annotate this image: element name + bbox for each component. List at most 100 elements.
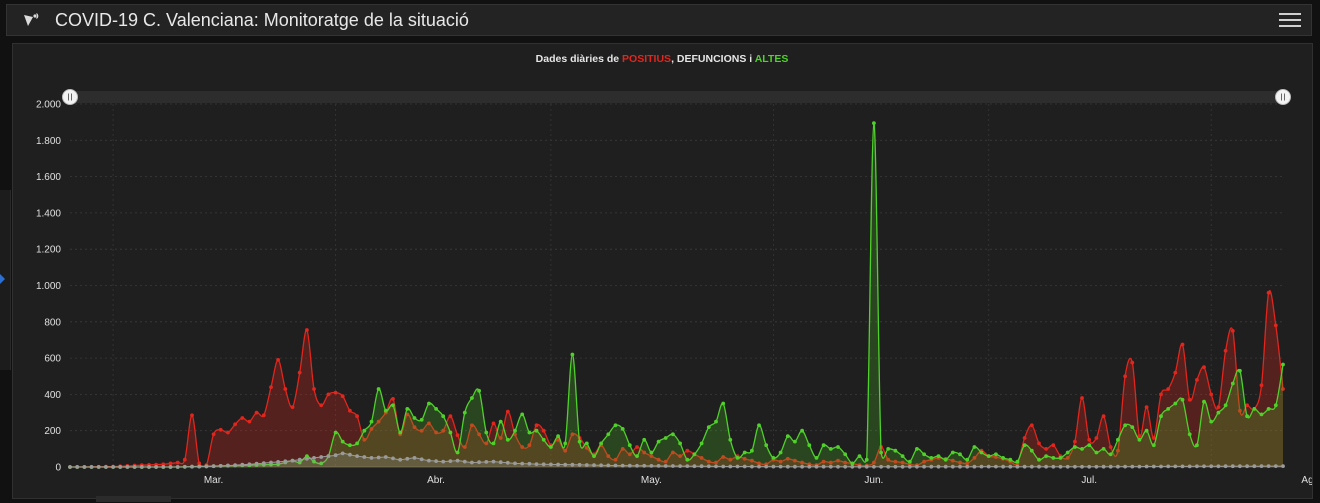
data-point-altes bbox=[1273, 403, 1278, 408]
series-area-altes bbox=[70, 123, 1283, 467]
data-point-positius bbox=[1029, 423, 1034, 428]
data-point-defuncions bbox=[182, 465, 187, 469]
data-point-altes bbox=[606, 432, 611, 437]
data-point-altes bbox=[958, 452, 962, 457]
data-point-defuncions bbox=[132, 465, 137, 469]
data-point-defuncions bbox=[1187, 464, 1192, 469]
data-point-altes bbox=[1144, 428, 1149, 433]
data-point-defuncions bbox=[728, 464, 733, 469]
data-point-defuncions bbox=[872, 464, 876, 469]
data-point-positius bbox=[261, 413, 266, 418]
data-point-positius bbox=[319, 403, 324, 408]
data-point-defuncions bbox=[240, 462, 245, 467]
broadcast-icon bbox=[19, 8, 43, 32]
data-point-altes bbox=[850, 461, 855, 466]
data-point-positius bbox=[1044, 447, 1048, 451]
data-point-altes bbox=[1159, 414, 1163, 419]
data-point-altes bbox=[549, 445, 553, 449]
y-tick-label: 1.200 bbox=[36, 245, 61, 256]
data-point-defuncions bbox=[534, 462, 539, 466]
data-point-defuncions bbox=[1022, 464, 1027, 469]
data-point-defuncions bbox=[706, 464, 711, 469]
data-point-altes bbox=[649, 450, 654, 455]
range-handle-end[interactable] bbox=[1275, 89, 1291, 105]
data-point-defuncions bbox=[254, 461, 259, 466]
data-point-positius bbox=[541, 428, 546, 433]
data-point-defuncions bbox=[161, 465, 166, 469]
data-point-positius bbox=[1130, 360, 1135, 365]
data-point-positius bbox=[1151, 436, 1156, 440]
data-point-defuncions bbox=[893, 464, 898, 469]
data-point-altes bbox=[1245, 414, 1249, 419]
series-line-altes bbox=[70, 122, 1284, 468]
data-point-positius bbox=[211, 432, 216, 437]
data-point-altes bbox=[994, 452, 998, 457]
data-point-defuncions bbox=[764, 464, 769, 469]
data-point-altes bbox=[627, 443, 632, 448]
data-point-positius bbox=[283, 387, 288, 391]
data-point-positius bbox=[276, 358, 280, 362]
y-tick-label: 1.600 bbox=[36, 172, 61, 183]
data-point-defuncions bbox=[1116, 464, 1120, 469]
data-point-altes bbox=[1037, 457, 1041, 462]
data-point-defuncions bbox=[1238, 464, 1242, 469]
data-point-altes bbox=[1022, 443, 1027, 448]
data-point-defuncions bbox=[592, 463, 596, 467]
data-point-altes bbox=[340, 439, 345, 444]
data-point-positius bbox=[290, 405, 295, 409]
data-point-altes bbox=[462, 410, 467, 415]
data-point-altes bbox=[821, 443, 826, 448]
data-point-defuncions bbox=[333, 453, 338, 458]
range-selector[interactable] bbox=[62, 89, 1291, 105]
expand-arrow-icon[interactable] bbox=[0, 274, 5, 284]
data-point-altes bbox=[477, 388, 481, 393]
hamburger-menu-icon[interactable] bbox=[1279, 9, 1301, 31]
data-point-altes bbox=[362, 428, 367, 433]
data-point-positius bbox=[1180, 342, 1185, 347]
data-point-altes bbox=[986, 454, 991, 458]
range-handle-start[interactable] bbox=[62, 89, 78, 105]
data-point-altes bbox=[922, 452, 926, 457]
data-point-defuncions bbox=[828, 464, 833, 469]
data-point-defuncions bbox=[68, 465, 72, 469]
data-point-defuncions bbox=[427, 458, 431, 463]
data-point-defuncions bbox=[1245, 464, 1249, 469]
data-point-altes bbox=[929, 456, 934, 460]
data-point-altes bbox=[1058, 456, 1063, 460]
data-point-altes bbox=[965, 457, 970, 462]
data-point-positius bbox=[297, 370, 302, 375]
x-tick-label: Abr. bbox=[427, 475, 445, 486]
data-point-altes bbox=[520, 412, 525, 417]
data-point-defuncions bbox=[1137, 464, 1142, 469]
data-point-positius bbox=[1094, 436, 1099, 440]
data-point-defuncions bbox=[1266, 464, 1271, 468]
data-point-defuncions bbox=[1130, 464, 1135, 469]
x-tick-label: Ago. bbox=[1301, 475, 1312, 486]
page-title: COVID-19 C. Valenciana: Monitoratge de l… bbox=[55, 9, 469, 30]
data-point-defuncions bbox=[627, 463, 632, 468]
range-selector-track[interactable] bbox=[70, 91, 1283, 103]
data-point-positius bbox=[240, 416, 245, 420]
data-point-altes bbox=[1094, 450, 1099, 455]
data-point-defuncions bbox=[261, 461, 266, 465]
data-point-altes bbox=[699, 441, 704, 446]
data-point-defuncions bbox=[922, 464, 926, 469]
data-point-defuncions bbox=[175, 465, 180, 469]
data-point-altes bbox=[656, 439, 661, 444]
y-tick-label: 1.400 bbox=[36, 208, 61, 219]
data-point-defuncions bbox=[721, 464, 726, 469]
data-point-altes bbox=[470, 396, 474, 400]
data-point-defuncions bbox=[1230, 464, 1235, 469]
data-point-altes bbox=[441, 414, 446, 419]
daily-cases-chart: Dades diàries de POSITIUS, DEFUNCIONS i … bbox=[36, 53, 1320, 486]
chart-title-part: ALTES bbox=[755, 53, 789, 65]
data-point-defuncions bbox=[864, 464, 869, 469]
data-point-positius bbox=[1144, 405, 1149, 409]
data-point-positius bbox=[391, 397, 395, 401]
data-point-altes bbox=[1137, 437, 1142, 442]
data-point-altes bbox=[563, 441, 568, 446]
data-point-altes bbox=[1116, 437, 1120, 442]
x-axis: Mar. Abr. May. Jun. Jul. Ago. bbox=[70, 466, 1320, 486]
data-point-altes bbox=[915, 447, 919, 451]
bottom-tab[interactable] bbox=[96, 496, 171, 502]
